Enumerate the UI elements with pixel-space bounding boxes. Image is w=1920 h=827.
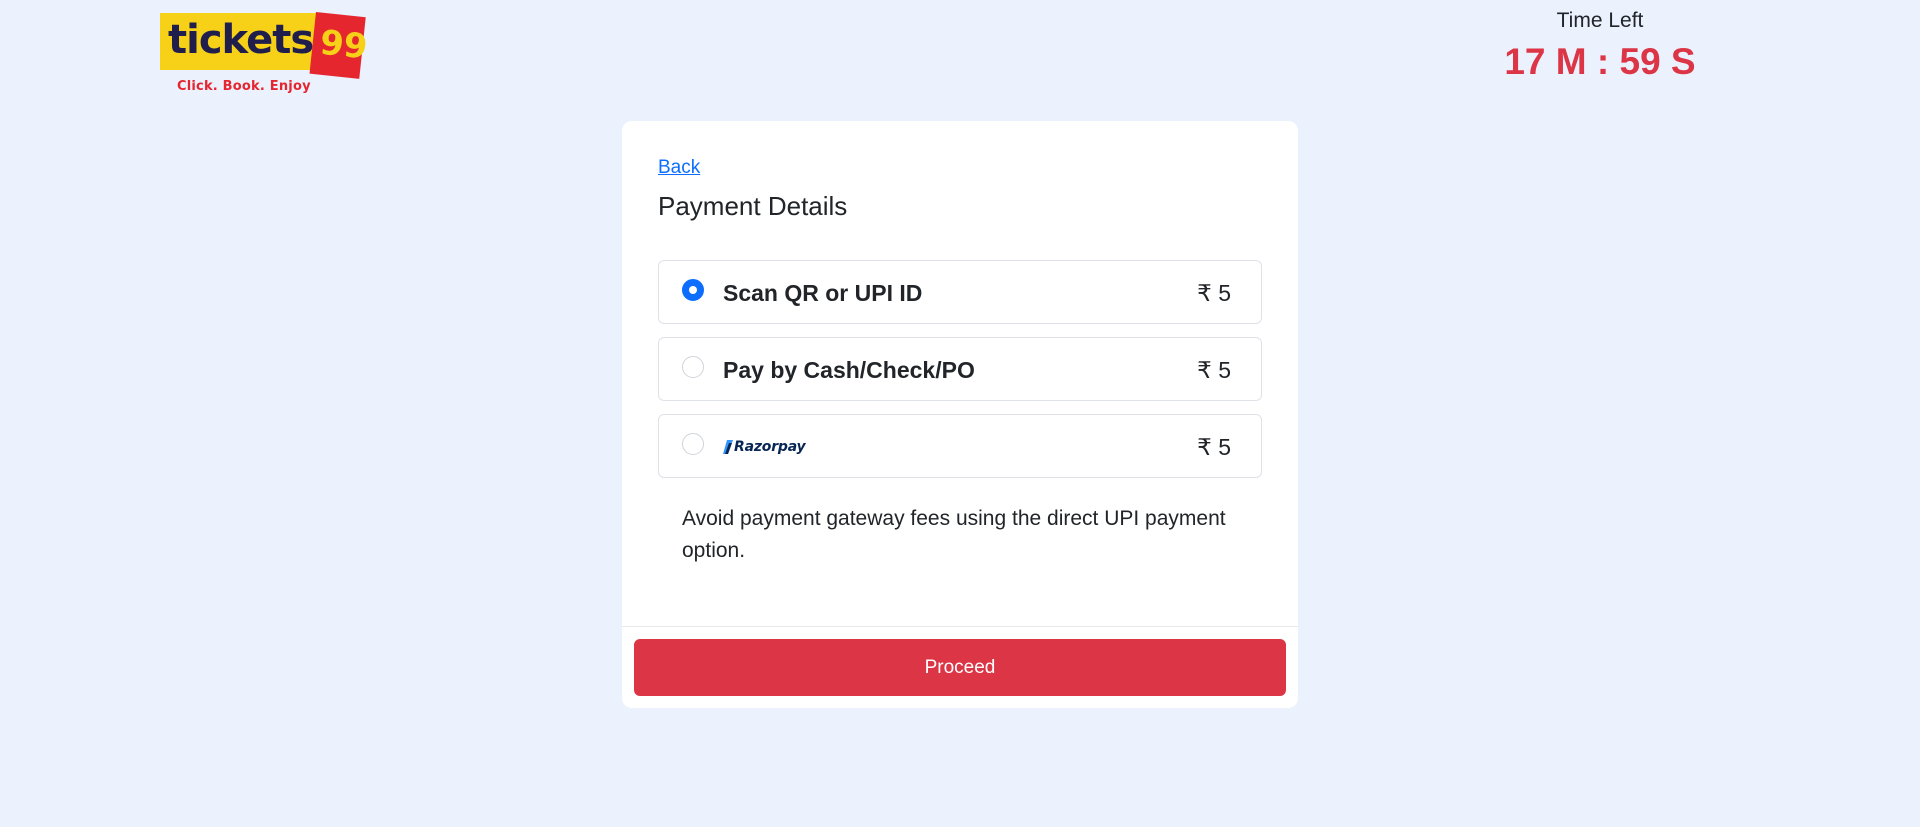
razorpay-wordmark: Razorpay — [734, 439, 806, 455]
razorpay-logo-icon: Razorpay — [723, 437, 806, 457]
payment-option-razorpay[interactable]: Razorpay ₹ 5 — [658, 414, 1262, 478]
timer-value: 17 M : 59 S — [1504, 41, 1696, 82]
radio-upi[interactable] — [682, 279, 704, 301]
timer-label: Time Left — [1556, 9, 1644, 32]
logo-wordmark: tickets — [168, 17, 314, 63]
fee-hint-text: Avoid payment gateway fees using the dir… — [682, 507, 1226, 562]
payment-option-cash[interactable]: Pay by Cash/Check/PO ₹ 5 — [658, 337, 1262, 401]
option-price-upi: ₹ 5 — [1197, 280, 1231, 306]
countdown-timer: Time Left 17 M : 59 S — [1480, 8, 1720, 84]
proceed-button[interactable]: Proceed — [634, 639, 1286, 696]
logo-number: 99 — [318, 22, 370, 68]
option-label-cash: Pay by Cash/Check/PO — [723, 357, 975, 383]
option-price-razorpay: ₹ 5 — [1197, 434, 1231, 460]
payment-option-upi[interactable]: Scan QR or UPI ID ₹ 5 — [658, 260, 1262, 324]
logo-tagline: Click. Book. Enjoy — [177, 79, 311, 94]
razorpay-mark-icon — [723, 440, 733, 454]
page-title: Payment Details — [658, 191, 848, 221]
payment-card: Back Payment Details Scan QR or UPI ID ₹… — [622, 121, 1298, 708]
option-price-cash: ₹ 5 — [1197, 357, 1231, 383]
option-label-upi: Scan QR or UPI ID — [723, 280, 923, 306]
footer-divider — [622, 626, 1298, 627]
radio-cash[interactable] — [682, 356, 704, 378]
radio-razorpay[interactable] — [682, 433, 704, 455]
brand-logo[interactable]: tickets 99 Click. Book. Enjoy — [158, 11, 373, 97]
back-link[interactable]: Back — [658, 157, 700, 179]
